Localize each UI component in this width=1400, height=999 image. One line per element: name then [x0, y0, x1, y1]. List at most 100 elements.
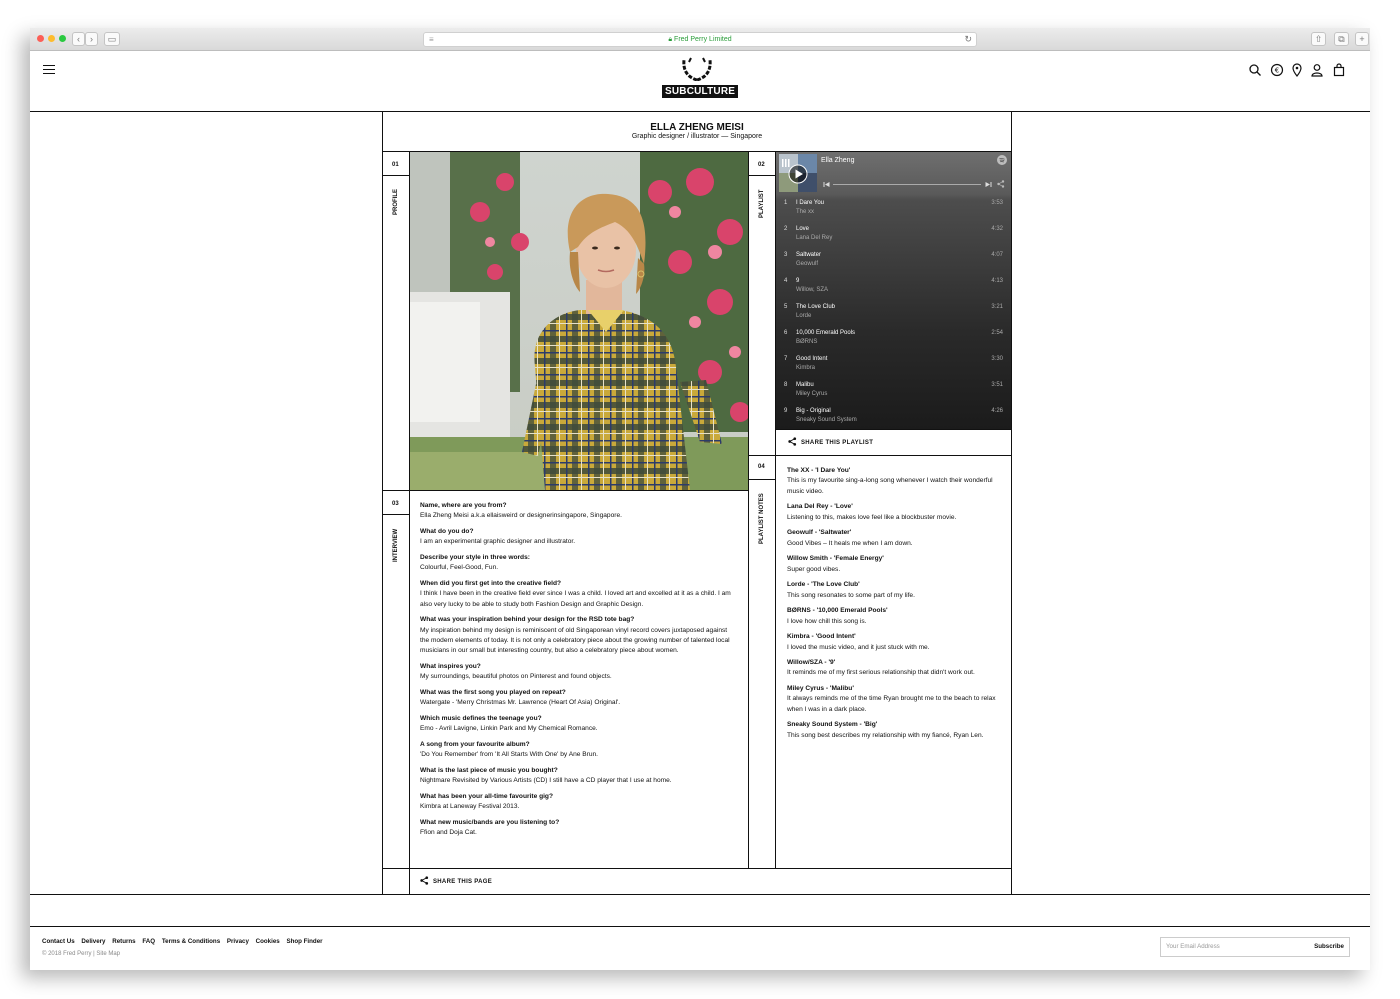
footer-link-privacy[interactable]: Privacy — [227, 938, 249, 945]
forward-button[interactable]: › — [85, 32, 98, 46]
footer-link-returns[interactable]: Returns — [112, 938, 135, 945]
track-title: Malibu — [796, 382, 814, 388]
note-item: Kimbra - 'Good Intent' I loved the music … — [787, 632, 1003, 653]
note-item: Willow Smith - 'Female Energy' Super good… — [787, 554, 1003, 575]
location-pin-icon[interactable] — [1290, 63, 1304, 77]
account-icon[interactable] — [1310, 63, 1324, 77]
track-number: 9 — [784, 408, 788, 414]
address-bar[interactable]: ≡ 🔒︎ Fred Perry Limited ↻ — [423, 32, 977, 47]
interview-item: What was the first song you played on re… — [420, 688, 738, 709]
close-window-button[interactable] — [37, 35, 44, 42]
footer-link-terms[interactable]: Terms & Conditions — [162, 938, 220, 945]
footer-link-shop-finder[interactable]: Shop Finder — [286, 938, 322, 945]
note-text: Good Vibes – It heals me when I am down. — [787, 539, 913, 547]
share-icon[interactable] — [997, 180, 1005, 188]
section-label-notes: PLAYLIST NOTES — [759, 493, 765, 544]
note-text: It always reminds me of the time Ryan br… — [787, 695, 996, 713]
note-item: Miley Cyrus - 'Malibu' It always reminds … — [787, 684, 1003, 715]
footer-link-cookies[interactable]: Cookies — [256, 938, 280, 945]
track-number: 4 — [784, 278, 788, 284]
track-row[interactable]: 7 Good Intent Kimbra 3:30 — [776, 354, 1011, 380]
track-artist: Miley Cyrus — [796, 391, 828, 397]
playlist-cover[interactable] — [779, 154, 817, 192]
previous-track-icon[interactable] — [823, 181, 830, 188]
divider — [383, 175, 409, 176]
track-row[interactable]: 3 Saltwater Geowulf 4:07 — [776, 250, 1011, 276]
newsletter-form: Your Email Address Subscribe — [1160, 937, 1350, 957]
url-text: Fred Perry Limited — [674, 36, 732, 43]
track-title: Love — [796, 226, 810, 232]
interview-question: What has been your all-time favourite gi… — [420, 792, 553, 800]
track-row[interactable]: 6 10,000 Emerald Pools BØRNS 2:54 — [776, 328, 1011, 354]
interview-item: Which music defines the teenage you? Emo … — [420, 714, 738, 735]
share-icon[interactable]: ⇧ — [1311, 32, 1326, 46]
article-header: ELLA ZHENG MEISI Graphic designer / illu… — [383, 112, 1011, 152]
new-tab-icon[interactable]: + — [1355, 32, 1369, 46]
note-title: Sneaky Sound System - 'Big' — [787, 721, 878, 729]
share-icon — [420, 876, 429, 885]
section-label-playlist: PLAYLIST — [759, 189, 765, 218]
spotify-logo-icon[interactable] — [997, 155, 1007, 165]
playlist-notes: The XX - 'I Dare You' This is my favourit… — [787, 466, 1003, 746]
footer-link-delivery[interactable]: Delivery — [81, 938, 105, 945]
bag-icon[interactable] — [1332, 63, 1346, 77]
divider — [748, 152, 749, 868]
playlist-player: Ella Zheng 1 I Dare You The xx 3:53 2 Love La… — [776, 152, 1011, 429]
currency-icon[interactable]: € — [1270, 63, 1284, 77]
interview-section: Name, where are you from? Ella Zheng Meis… — [420, 501, 738, 844]
track-duration: 4:26 — [991, 408, 1003, 414]
menu-icon[interactable] — [43, 65, 55, 77]
interview-question: Describe your style in three words: — [420, 553, 530, 561]
minimize-window-button[interactable] — [48, 35, 55, 42]
track-number: 2 — [784, 226, 788, 232]
site-logo[interactable]: SUBCULTURE — [662, 55, 739, 99]
track-row[interactable]: 4 9 Willow, SZA 4:13 — [776, 276, 1011, 302]
share-page-button[interactable]: SHARE THIS PAGE — [420, 876, 492, 885]
note-item: Sneaky Sound System - 'Big' This song bes… — [787, 720, 1003, 741]
tabs-icon[interactable]: ⧉ — [1334, 32, 1349, 46]
site-header: SUBCULTURE € — [30, 51, 1370, 112]
note-item: Willow/SZA - '9' It reminds me of my firs… — [787, 658, 1003, 679]
note-item: BØRNS - '10,000 Emerald Pools' I love how… — [787, 606, 1003, 627]
track-artist: Lorde — [796, 313, 812, 319]
interview-answer: I think I have been in the creative fiel… — [420, 590, 731, 608]
interview-item: When did you first get into the creative… — [420, 579, 738, 610]
note-title: Lana Del Rey - 'Love' — [787, 503, 853, 511]
note-text: This song resonates to some part of my l… — [787, 591, 915, 599]
back-button[interactable]: ‹ — [72, 32, 85, 46]
email-field[interactable]: Your Email Address — [1166, 943, 1220, 950]
article-grid: ELLA ZHENG MEISI Graphic designer / illu… — [382, 112, 1012, 894]
track-row[interactable]: 2 Love Lana Del Rey 4:32 — [776, 224, 1011, 250]
track-row[interactable]: 1 I Dare You The xx 3:53 — [776, 198, 1011, 224]
note-item: The XX - 'I Dare You' This is my favourit… — [787, 466, 1003, 497]
interview-answer: Nightmare Revisited by Various Artists (… — [420, 777, 672, 785]
divider — [749, 479, 775, 480]
divider — [383, 490, 749, 491]
track-number: 5 — [784, 304, 788, 310]
footer-link-contact[interactable]: Contact Us — [42, 938, 75, 945]
search-icon[interactable] — [1248, 63, 1262, 77]
note-text: I love how chill this song is. — [787, 617, 867, 625]
reader-icon[interactable]: ≡ — [429, 33, 434, 46]
sidebar-toggle-icon[interactable]: ▭ — [104, 32, 120, 46]
interview-question: What new music/bands are you listening t… — [420, 818, 560, 826]
track-row[interactable]: 5 The Love Club Lorde 3:21 — [776, 302, 1011, 328]
browser-window: ‹ › ▭ ≡ 🔒︎ Fred Perry Limited ↻ ⇧ ⧉ + SU… — [30, 28, 1370, 970]
zoom-window-button[interactable] — [59, 35, 66, 42]
laurel-wreath-icon — [682, 57, 712, 81]
share-playlist-label: SHARE THIS PLAYLIST — [801, 440, 874, 446]
track-title: Good Intent — [796, 356, 828, 362]
playlist-name[interactable]: Ella Zheng — [821, 157, 854, 164]
reload-icon[interactable]: ↻ — [964, 33, 972, 46]
interview-question: Name, where are you from? — [420, 502, 507, 509]
share-page-label: SHARE THIS PAGE — [433, 879, 493, 885]
footer-link-faq[interactable]: FAQ — [142, 938, 155, 945]
next-track-icon[interactable] — [985, 181, 992, 188]
progress-bar[interactable] — [833, 184, 981, 185]
track-row[interactable]: 9 Big - Original Sneaky Sound System 4:26 — [776, 406, 1011, 429]
interview-answer: Emo - Avril Lavigne, Linkin Park and My … — [420, 725, 598, 733]
track-row[interactable]: 8 Malibu Miley Cyrus 3:51 — [776, 380, 1011, 406]
track-title: Big - Original — [796, 408, 831, 414]
subscribe-button[interactable]: Subscribe — [1314, 943, 1344, 950]
share-playlist-button[interactable]: SHARE THIS PLAYLIST — [788, 437, 873, 446]
